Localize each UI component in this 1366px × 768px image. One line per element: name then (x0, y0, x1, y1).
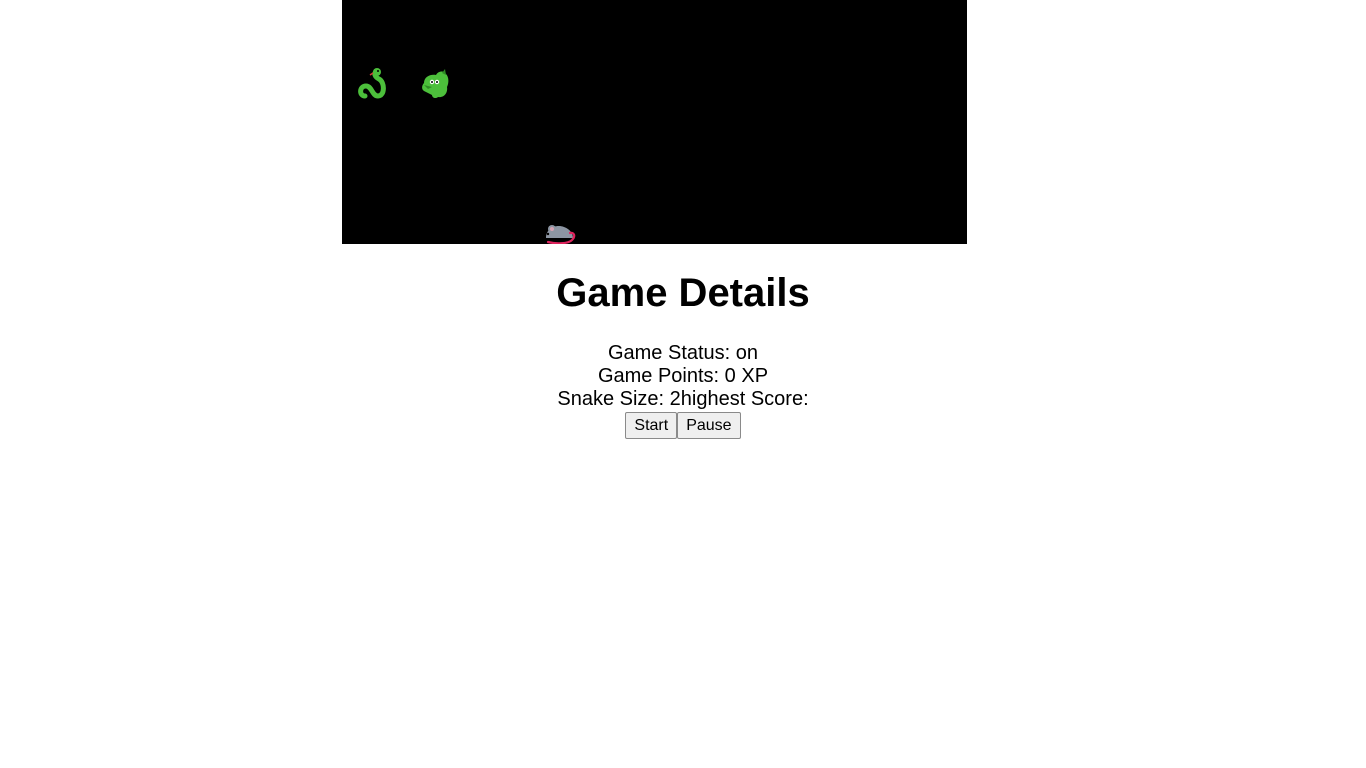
game-status-label: Game Status: (607, 342, 731, 364)
game-points-value: 0 (724, 365, 736, 387)
dragon-face-icon (418, 67, 452, 101)
snake-icon (356, 67, 390, 101)
mouse-icon (542, 218, 578, 244)
game-status-line: Game Status: on (0, 342, 1366, 365)
game-points-unit: XP (741, 365, 769, 387)
pause-button[interactable]: Pause (677, 412, 741, 439)
snake-size-line: Snake Size: 2highest Score: (0, 388, 1366, 411)
game-details-panel: Game Details Game Status: on Game Points… (0, 244, 1366, 439)
game-points-line: Game Points: 0 XP (0, 365, 1366, 388)
snake-size-value: 2 (669, 388, 681, 410)
game-details-title: Game Details (556, 271, 810, 315)
game-stats: Game Status: on Game Points: 0 XP Snake … (0, 342, 1366, 411)
start-button[interactable]: Start (625, 412, 678, 439)
highest-score-label: highest Score: (680, 388, 809, 410)
game-controls: Start Pause (0, 412, 1366, 439)
game-points-label: Game Points: (597, 365, 720, 387)
snake-size-label: Snake Size: (557, 388, 665, 410)
game-status-value: on (735, 342, 759, 364)
game-board (342, 0, 967, 244)
